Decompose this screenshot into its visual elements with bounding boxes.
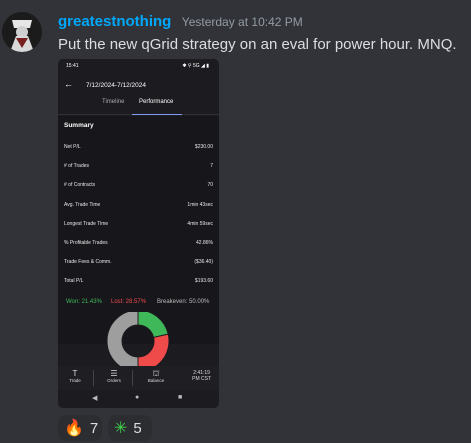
donut-slice-won [137, 312, 169, 339]
row-label: Avg. Trade Time [64, 202, 101, 208]
green-sparkle-icon: ✳ [114, 420, 128, 437]
row-value: $230.00 [194, 144, 213, 150]
row-label: Net P/L [64, 144, 81, 150]
message-text: Put the new qGrid strategy on an eval fo… [58, 36, 457, 53]
reaction-count: 7 [89, 419, 99, 437]
date-range: 7/12/2024-7/12/2024 [86, 82, 146, 89]
summary-row: Longest Trade Time 4min 59sec [64, 221, 213, 227]
summary-row: Trade Fees & Comm. ($36.40) [64, 259, 213, 265]
nav-divider [132, 370, 133, 386]
lost-stat: Lost: 28.57% [111, 299, 147, 305]
message-header: greatestnothing Yesterday at 10:42 PM [58, 13, 303, 31]
row-value: ($36.40) [194, 259, 213, 265]
status-time: 15:41 [66, 63, 79, 69]
clock-zone: PM CST [192, 376, 211, 382]
reaction-sparkle[interactable]: ✳ 5 [108, 415, 152, 441]
recents-square-icon: ■ [178, 394, 183, 401]
tab-bar: Timeline Performance [58, 97, 219, 115]
summary-row: Avg. Trade Time 1min 43sec [64, 202, 213, 208]
row-label: # of Contracts [64, 182, 96, 188]
nav-divider [93, 370, 94, 386]
tab-timeline: Timeline [102, 99, 125, 105]
reaction-fire[interactable]: 🔥 7 [58, 415, 102, 441]
nav-label: Orders [107, 378, 121, 383]
summary-row: # of Contracts 70 [64, 182, 213, 188]
row-label: Total P/L [64, 278, 84, 284]
outcome-donut-chart [106, 312, 170, 370]
back-triangle-icon: ◀ [92, 395, 98, 402]
nav-balance: ⛫ Balance [142, 369, 170, 383]
trade-icon: T [72, 369, 78, 378]
app-bar: ← 7/12/2024-7/12/2024 [58, 73, 219, 97]
orders-icon: ☰ [110, 369, 118, 378]
status-icons: ✱ ⚲ 5G ◢ ▮ [182, 63, 209, 69]
active-tab-indicator [132, 114, 182, 115]
summary-title: Summary [64, 122, 94, 129]
tab-performance: Performance [139, 99, 174, 105]
nav-label: Balance [147, 378, 165, 383]
fire-icon: 🔥 [64, 420, 84, 437]
row-value: $193.60 [194, 278, 213, 284]
clock-display: 2:41:19 PM CST [192, 370, 211, 382]
summary-row: % Profitable Trades 42.86% [64, 240, 213, 246]
user-avatar[interactable] [2, 12, 42, 52]
system-nav-bar: ◀ ● ■ [58, 390, 219, 408]
nav-orders: ☰ Orders [100, 369, 128, 383]
summary-row: Total P/L $193.60 [64, 278, 213, 284]
row-value: 42.86% [196, 240, 213, 246]
screenshot-attachment[interactable]: 15:41 ✱ ⚲ 5G ◢ ▮ ← 7/12/2024-7/12/2024 T… [58, 59, 219, 408]
username[interactable]: greatestnothing [58, 13, 171, 30]
summary-row: # of Trades 7 [64, 163, 213, 169]
summary-panel: Summary Net P/L $230.00 # of Trades 7 # of… [58, 116, 219, 344]
row-value: 7 [210, 163, 213, 169]
nav-trade: T Trade [61, 369, 89, 383]
row-value: 70 [207, 182, 213, 188]
row-value: 1min 43sec [187, 202, 213, 208]
row-label: % Profitable Trades [64, 240, 108, 246]
home-circle-icon: ● [135, 394, 140, 401]
breakeven-stat: Breakeven: 50.00% [157, 299, 210, 305]
row-label: Longest Trade Time [64, 221, 109, 227]
phone-status-bar: 15:41 ✱ ⚲ 5G ◢ ▮ [58, 59, 219, 73]
won-stat: Won: 21.43% [66, 299, 102, 305]
balance-icon: ⛫ [152, 369, 160, 378]
donut-slice-breakeven [106, 312, 139, 370]
bottom-nav: T Trade ☰ Orders ⛫ Balance 2:41:19 PM CST [58, 366, 219, 390]
nav-label: Trade [69, 378, 81, 383]
summary-row: Net P/L $230.00 [64, 144, 213, 150]
message-timestamp: Yesterday at 10:42 PM [181, 15, 303, 29]
donut-slice-lost [137, 333, 170, 370]
row-label: # of Trades [64, 163, 90, 169]
back-arrow-icon: ← [64, 79, 73, 89]
row-value: 4min 59sec [187, 221, 213, 227]
reaction-count: 5 [133, 419, 142, 437]
row-label: Trade Fees & Comm. [64, 259, 112, 265]
